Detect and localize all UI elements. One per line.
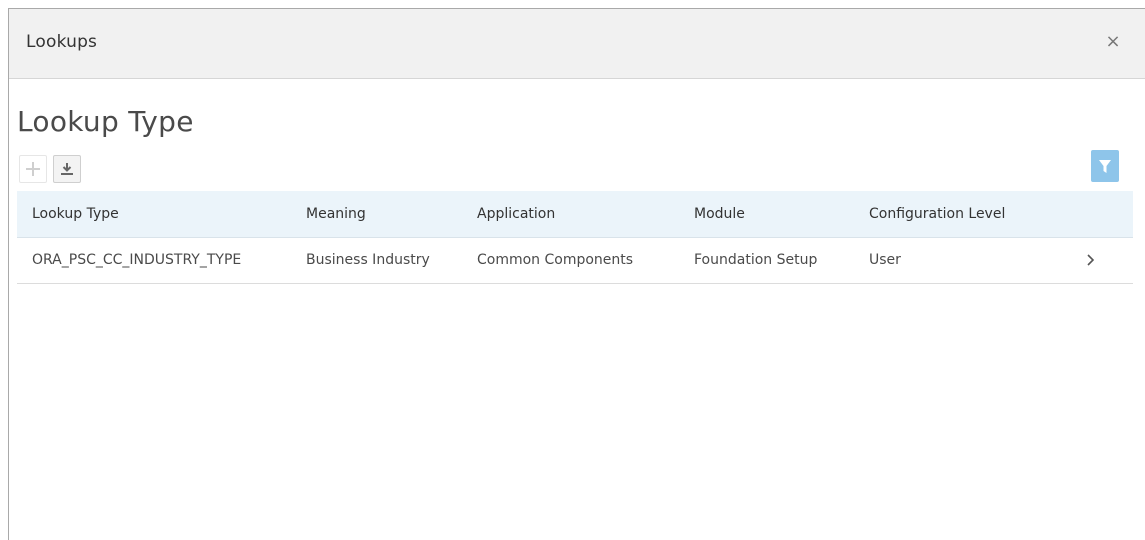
column-header-meaning[interactable]: Meaning: [306, 206, 366, 222]
download-icon: [61, 163, 73, 175]
filter-button[interactable]: [1091, 150, 1119, 182]
export-button[interactable]: [53, 155, 81, 183]
filter-icon: [1099, 159, 1111, 173]
cell-configuration-level: User: [869, 252, 901, 268]
cell-module: Foundation Setup: [694, 252, 818, 268]
add-button[interactable]: [19, 155, 47, 183]
plus-icon: [26, 162, 40, 176]
dialog-title: Lookups: [26, 32, 98, 52]
close-button[interactable]: ×: [1103, 30, 1123, 54]
cell-lookup-type: ORA_PSC_CC_INDUSTRY_TYPE: [32, 252, 242, 268]
table-row[interactable]: ORA_PSC_CC_INDUSTRY_TYPE Business Indust…: [17, 238, 1133, 284]
cell-application: Common Components: [477, 252, 634, 268]
table-header: Lookup Type Meaning Application Module C…: [17, 191, 1133, 238]
column-header-application[interactable]: Application: [477, 206, 555, 222]
cell-meaning: Business Industry: [306, 252, 430, 268]
lookup-type-table: Lookup Type Meaning Application Module C…: [17, 191, 1133, 284]
page-title: Lookup Type: [17, 105, 194, 138]
column-header-configuration-level[interactable]: Configuration Level: [869, 206, 1005, 222]
column-header-module[interactable]: Module: [694, 206, 745, 222]
dialog-header: Lookups ×: [9, 9, 1145, 79]
column-header-lookup-type[interactable]: Lookup Type: [32, 206, 119, 222]
chevron-right-icon[interactable]: [1085, 251, 1097, 269]
